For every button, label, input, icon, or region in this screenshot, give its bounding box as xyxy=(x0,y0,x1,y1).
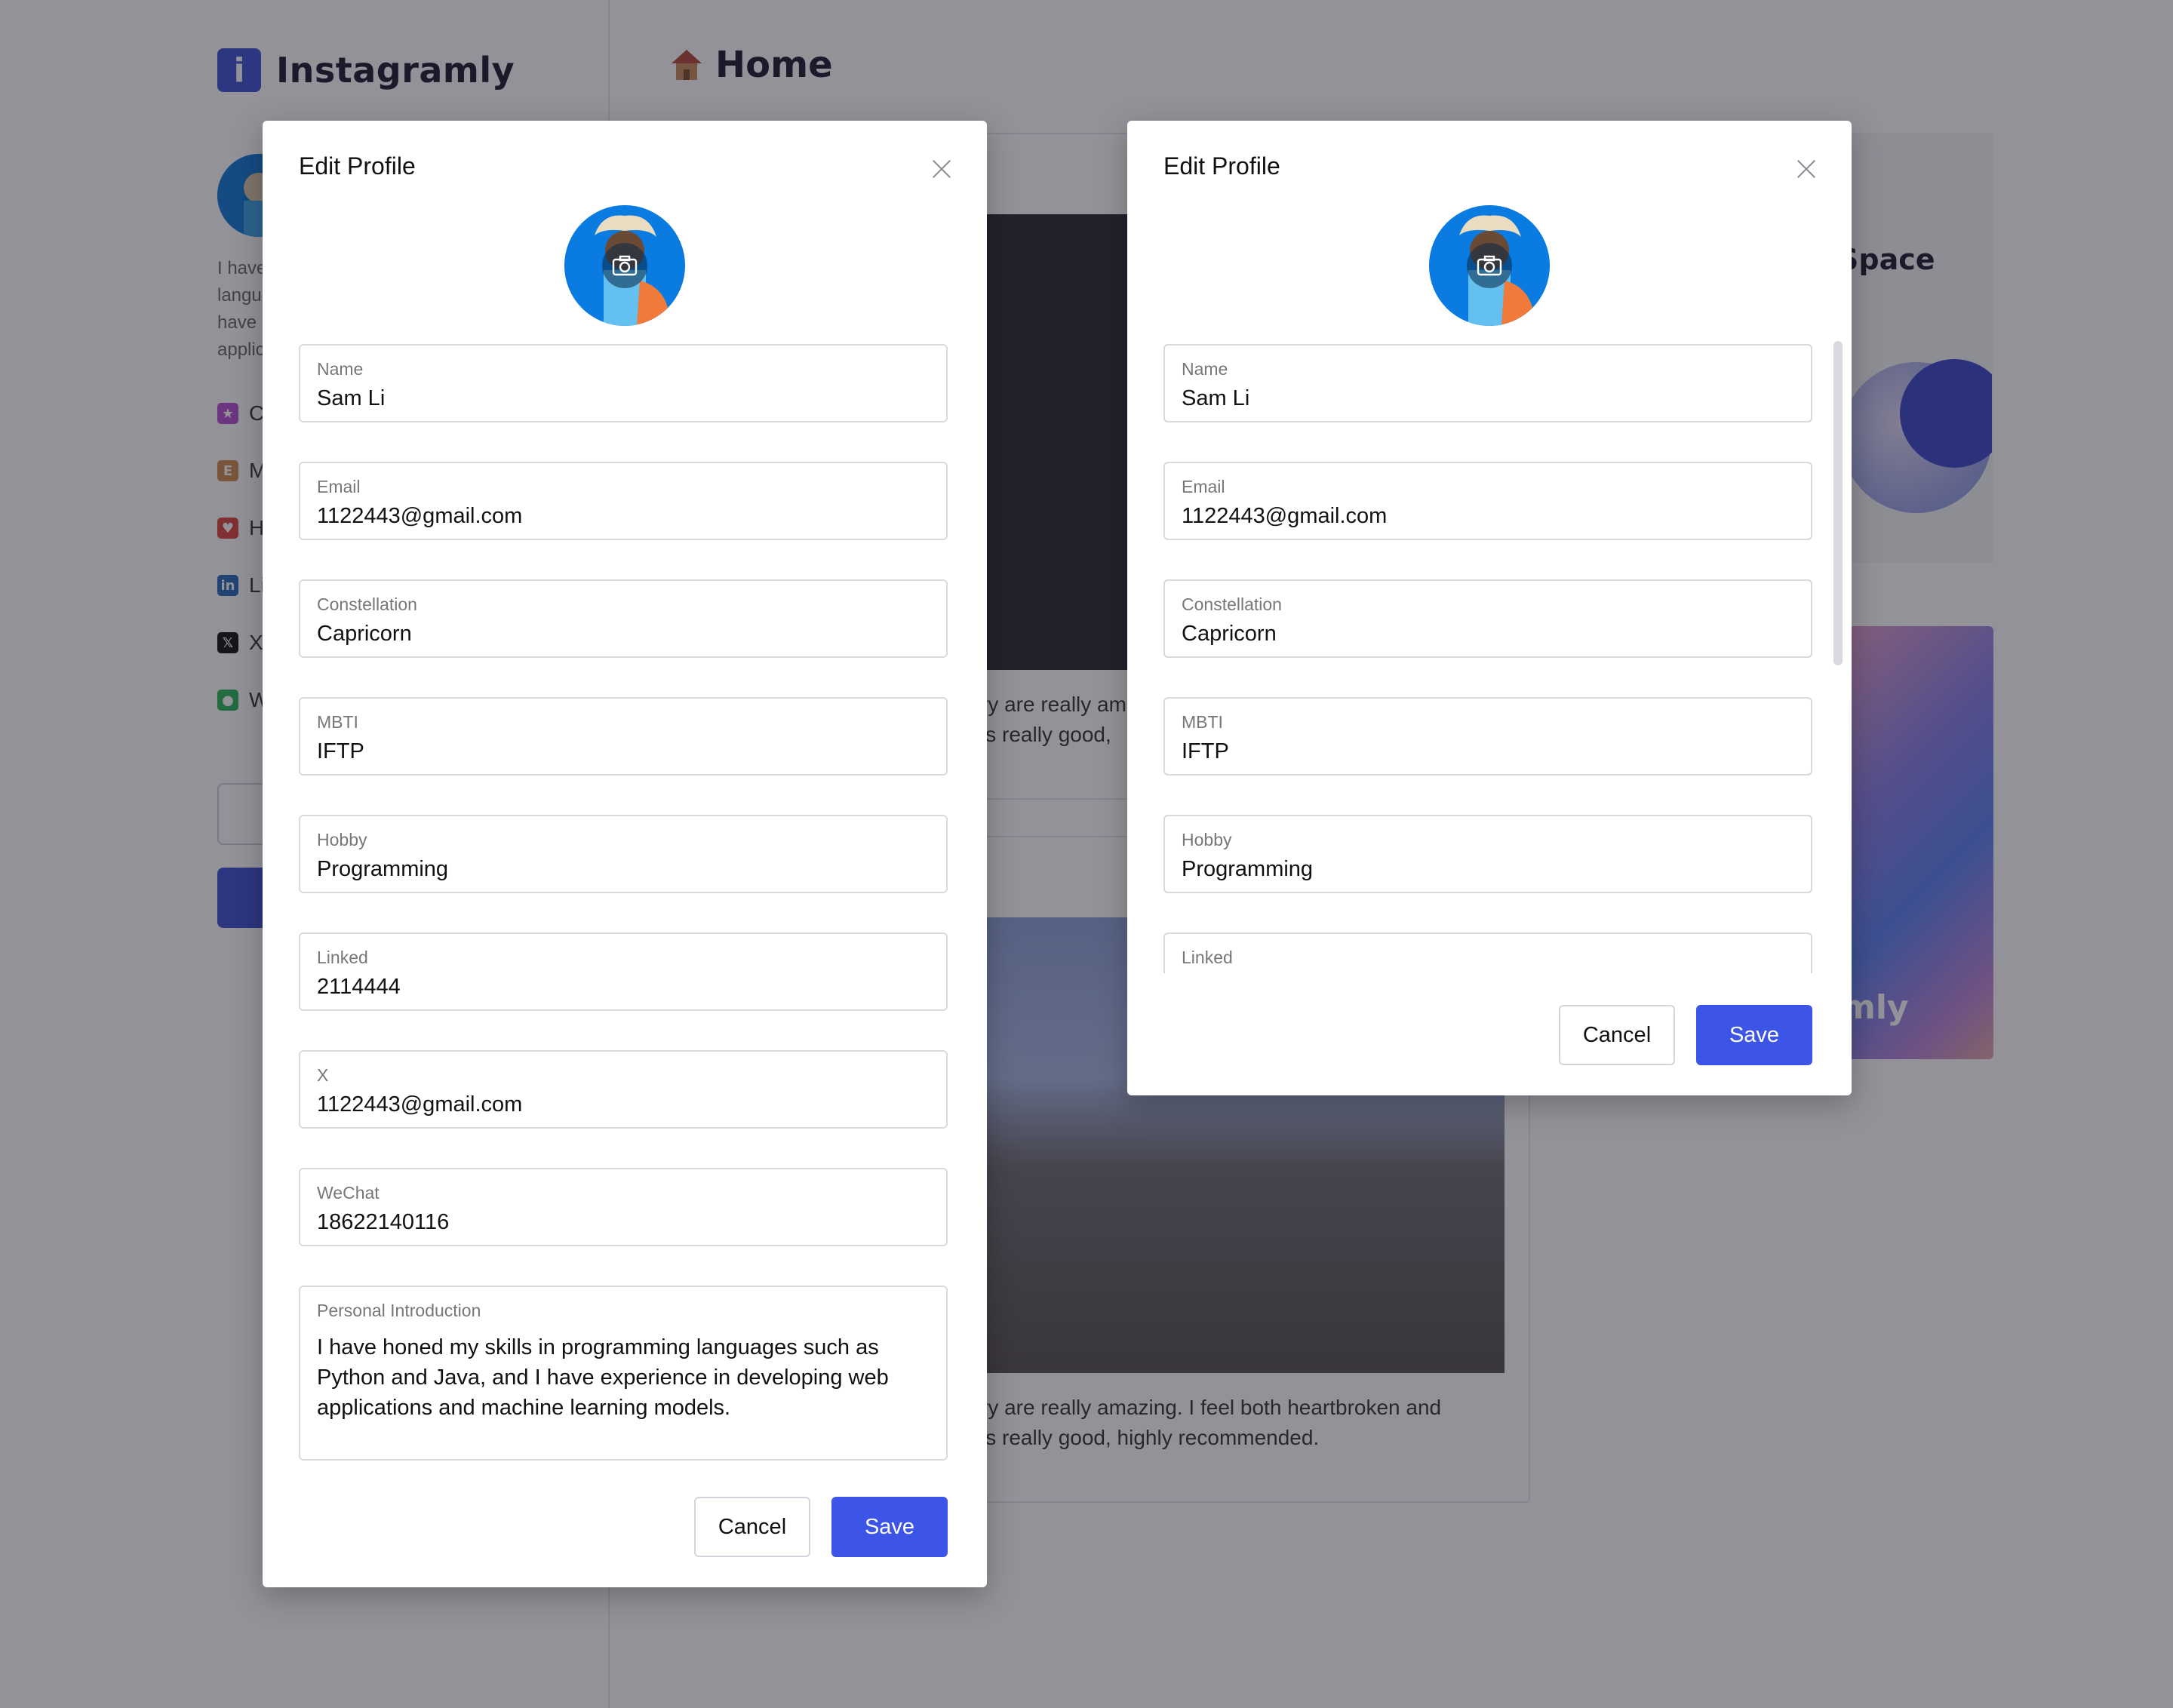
x-field[interactable]: X 1122443@gmail.com xyxy=(299,1050,948,1129)
mbti-field[interactable]: MBTI IFTP xyxy=(299,697,948,776)
field-value: I have honed my skills in programming la… xyxy=(317,1335,889,1420)
field-label: Personal Introduction xyxy=(317,1301,481,1320)
field-value: 1122443@gmail.com xyxy=(317,1092,523,1117)
cancel-button[interactable]: Cancel xyxy=(1559,1005,1675,1065)
hobby-field[interactable]: Hobby Programming xyxy=(299,815,948,893)
modal-title: Edit Profile xyxy=(299,152,416,180)
field-label: Linked xyxy=(1182,948,1233,967)
field-label: Constellation xyxy=(317,594,417,614)
field-value: Programming xyxy=(317,857,449,881)
cancel-button[interactable]: Cancel xyxy=(694,1497,810,1557)
hobby-field[interactable]: Hobby Programming xyxy=(1163,815,1812,893)
name-field[interactable]: Name Sam Li xyxy=(1163,344,1812,422)
save-button[interactable]: Save xyxy=(831,1497,948,1557)
field-value: Capricorn xyxy=(317,622,412,646)
field-value: Sam Li xyxy=(1182,386,1250,410)
personal-introduction-field[interactable]: Personal Introduction I have honed my ski… xyxy=(299,1286,948,1461)
save-button[interactable]: Save xyxy=(1696,1005,1812,1065)
scrollbar-thumb[interactable] xyxy=(1833,341,1843,665)
email-field[interactable]: Email 1122443@gmail.com xyxy=(1163,462,1812,540)
field-label: MBTI xyxy=(1182,712,1223,732)
edit-profile-modal: Edit Profile Name Sam Li Email 1122443@gma… xyxy=(263,121,987,1587)
field-value: Programming xyxy=(1182,857,1314,881)
field-label: Email xyxy=(317,477,361,496)
field-value: IFTP xyxy=(317,739,364,763)
camera-icon xyxy=(602,243,647,288)
edit-profile-modal: Edit Profile Name Sam Li Email 1122443@gma… xyxy=(1127,121,1852,1095)
wechat-field[interactable]: WeChat 18622140116 xyxy=(299,1168,948,1246)
field-value: 1122443@gmail.com xyxy=(1182,504,1388,528)
field-value: Sam Li xyxy=(317,386,386,410)
modal-scroll-area[interactable]: Name Sam Li Email 1122443@gmail.com Conste… xyxy=(1127,121,1852,973)
field-label: X xyxy=(317,1065,329,1085)
linked-field[interactable]: Linked 2114444 xyxy=(299,932,948,1011)
field-label: Constellation xyxy=(1182,594,1282,614)
field-label: Email xyxy=(1182,477,1225,496)
name-field[interactable]: Name Sam Li xyxy=(299,344,948,422)
mbti-field[interactable]: MBTI IFTP xyxy=(1163,697,1812,776)
linked-field[interactable]: Linked2114444 xyxy=(1163,932,1812,973)
field-value: 18622140116 xyxy=(317,1210,450,1234)
field-label: Name xyxy=(317,359,364,379)
close-icon[interactable] xyxy=(928,155,955,183)
field-label: MBTI xyxy=(317,712,358,732)
field-value: IFTP xyxy=(1182,739,1229,763)
constellation-field[interactable]: Constellation Capricorn xyxy=(1163,579,1812,658)
field-label: Hobby xyxy=(317,830,367,849)
profile-avatar-upload[interactable] xyxy=(564,205,685,326)
email-field[interactable]: Email 1122443@gmail.com xyxy=(299,462,948,540)
field-value: 2114444 xyxy=(317,975,401,999)
field-value: Capricorn xyxy=(1182,622,1277,646)
field-label: Name xyxy=(1182,359,1228,379)
field-label: Hobby xyxy=(1182,830,1232,849)
constellation-field[interactable]: Constellation Capricorn xyxy=(299,579,948,658)
field-label: WeChat xyxy=(317,1183,380,1203)
field-label: Linked xyxy=(317,948,368,967)
field-value: 1122443@gmail.com xyxy=(317,504,523,528)
